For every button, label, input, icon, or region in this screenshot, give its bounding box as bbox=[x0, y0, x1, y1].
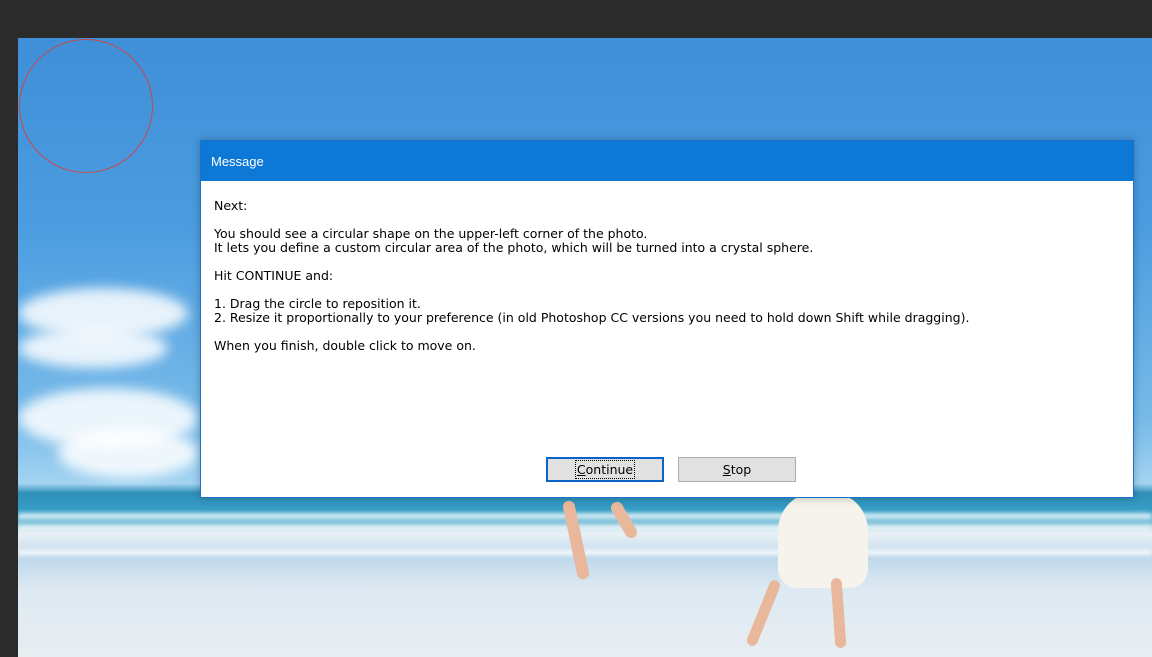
message-line: 2. Resize it proportionally to your pref… bbox=[214, 310, 970, 325]
cloud bbox=[18, 328, 168, 368]
person-leg bbox=[608, 499, 640, 541]
continue-label: Continue bbox=[574, 460, 636, 479]
cloud bbox=[58, 428, 198, 478]
app-left-panel bbox=[0, 38, 18, 657]
message-line: When you finish, double click to move on… bbox=[214, 338, 476, 353]
app-top-bar bbox=[0, 0, 1152, 38]
dialog-button-row: Continue Stop bbox=[546, 457, 796, 482]
message-line: 1. Drag the circle to reposition it. bbox=[214, 296, 421, 311]
wave bbox=[18, 513, 1152, 519]
wave bbox=[18, 526, 1152, 530]
person-leg bbox=[745, 578, 782, 648]
message-line: You should see a circular shape on the u… bbox=[214, 226, 648, 241]
message-dialog: Message Next: You should see a circular … bbox=[200, 140, 1134, 498]
stop-label: Stop bbox=[722, 462, 752, 477]
message-line: It lets you define a custom circular are… bbox=[214, 240, 814, 255]
continue-button[interactable]: Continue bbox=[546, 457, 664, 482]
stop-button[interactable]: Stop bbox=[678, 457, 796, 482]
dialog-title: Message bbox=[211, 153, 264, 169]
person-leg bbox=[561, 499, 591, 581]
message-line: Next: bbox=[214, 198, 248, 213]
dialog-titlebar[interactable]: Message bbox=[201, 141, 1133, 181]
dress bbox=[778, 493, 868, 588]
circular-selection-handle[interactable] bbox=[19, 39, 153, 173]
message-line: Hit CONTINUE and: bbox=[214, 268, 334, 283]
dialog-message: Next: You should see a circular shape on… bbox=[201, 181, 1133, 353]
person-leg bbox=[830, 577, 847, 649]
